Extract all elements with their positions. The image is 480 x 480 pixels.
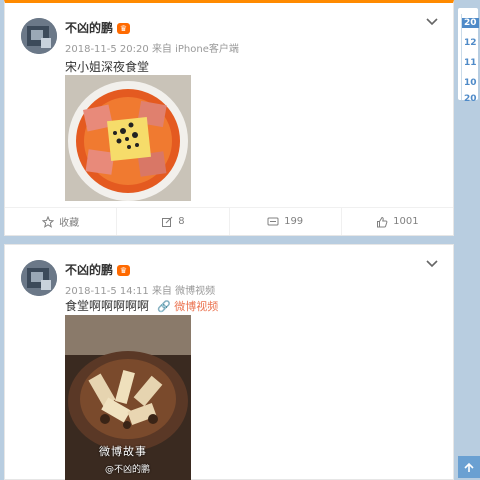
thumb-up-icon xyxy=(377,216,388,227)
repost-button[interactable]: 8 xyxy=(117,208,230,235)
post-time[interactable]: 2018-11-5 20:20 xyxy=(65,44,149,55)
right-sidebar: 20 12 11 10 20 xyxy=(456,0,480,480)
timeline-item[interactable]: 12 xyxy=(464,38,477,48)
post-meta: 2018-11-5 20:20 来自 iPhone客户端 xyxy=(65,40,239,55)
video-watermark-user: @不凶的鹏 xyxy=(105,465,151,475)
video-link-label[interactable]: 微博视频 xyxy=(174,300,218,313)
post-text: 宋小姐深夜食堂 xyxy=(65,60,150,74)
timeline-item[interactable]: 20 xyxy=(464,94,477,104)
comment-count: 199 xyxy=(284,216,304,227)
post-time[interactable]: 2018-11-5 14:11 xyxy=(65,286,149,297)
comment-button[interactable]: 199 xyxy=(230,208,342,235)
video-link[interactable]: 🔗 微博视频 xyxy=(157,300,218,313)
vip-badge-icon: ♛ xyxy=(117,23,131,34)
favorite-label: 收藏 xyxy=(59,218,80,229)
favorite-button[interactable]: 收藏 xyxy=(5,208,118,235)
post-source: 来自 微博视频 xyxy=(151,286,216,297)
timeline-item[interactable]: 11 xyxy=(464,58,477,68)
timeline-item[interactable]: 20 xyxy=(462,18,479,28)
video-watermark: 微博故事 xyxy=(99,445,147,458)
weibo-feed: 不凶的鹏 ♛ 2018-11-5 20:20 来自 iPhone客户端 宋小姐深夜… xyxy=(4,0,454,480)
user-name-text[interactable]: 不凶的鹏 xyxy=(65,263,113,277)
user-name[interactable]: 不凶的鹏 ♛ xyxy=(65,261,131,278)
year-timeline: 20 12 11 10 20 xyxy=(458,8,479,104)
post-actions: 收藏 8 199 1001 xyxy=(5,207,453,235)
user-name-text[interactable]: 不凶的鹏 xyxy=(65,21,113,35)
back-to-top-button[interactable] xyxy=(458,456,480,478)
post-video-thumbnail[interactable]: 微博故事 @不凶的鹏 xyxy=(65,315,191,480)
repost-icon xyxy=(162,216,173,227)
post-source: 来自 iPhone客户端 xyxy=(151,44,239,55)
post-photo[interactable] xyxy=(65,75,191,201)
repost-count: 8 xyxy=(178,216,185,227)
timeline-item[interactable]: 10 xyxy=(464,78,477,88)
chevron-down-icon[interactable] xyxy=(425,259,439,269)
avatar[interactable] xyxy=(21,260,57,296)
like-button[interactable]: 1001 xyxy=(342,208,453,235)
post-meta: 2018-11-5 14:11 来自 微博视频 xyxy=(65,282,215,297)
post-text: 食堂啊啊啊啊啊 🔗 微博视频 xyxy=(65,297,218,314)
post-card: 不凶的鹏 ♛ 2018-11-5 20:20 来自 iPhone客户端 宋小姐深夜… xyxy=(4,0,454,236)
star-icon xyxy=(42,215,55,228)
like-count: 1001 xyxy=(393,216,419,227)
vip-badge-icon: ♛ xyxy=(117,265,131,276)
post-text-body: 食堂啊啊啊啊啊 xyxy=(65,299,150,313)
video-link-icon: 🔗 xyxy=(157,300,171,313)
post-card: 不凶的鹏 ♛ 2018-11-5 14:11 来自 微博视频 食堂啊啊啊啊啊 🔗 微… xyxy=(4,244,454,480)
arrow-up-icon xyxy=(464,462,474,472)
chevron-down-icon[interactable] xyxy=(425,17,439,27)
user-name[interactable]: 不凶的鹏 ♛ xyxy=(65,19,131,36)
comment-icon xyxy=(267,217,279,225)
avatar[interactable] xyxy=(21,18,57,54)
